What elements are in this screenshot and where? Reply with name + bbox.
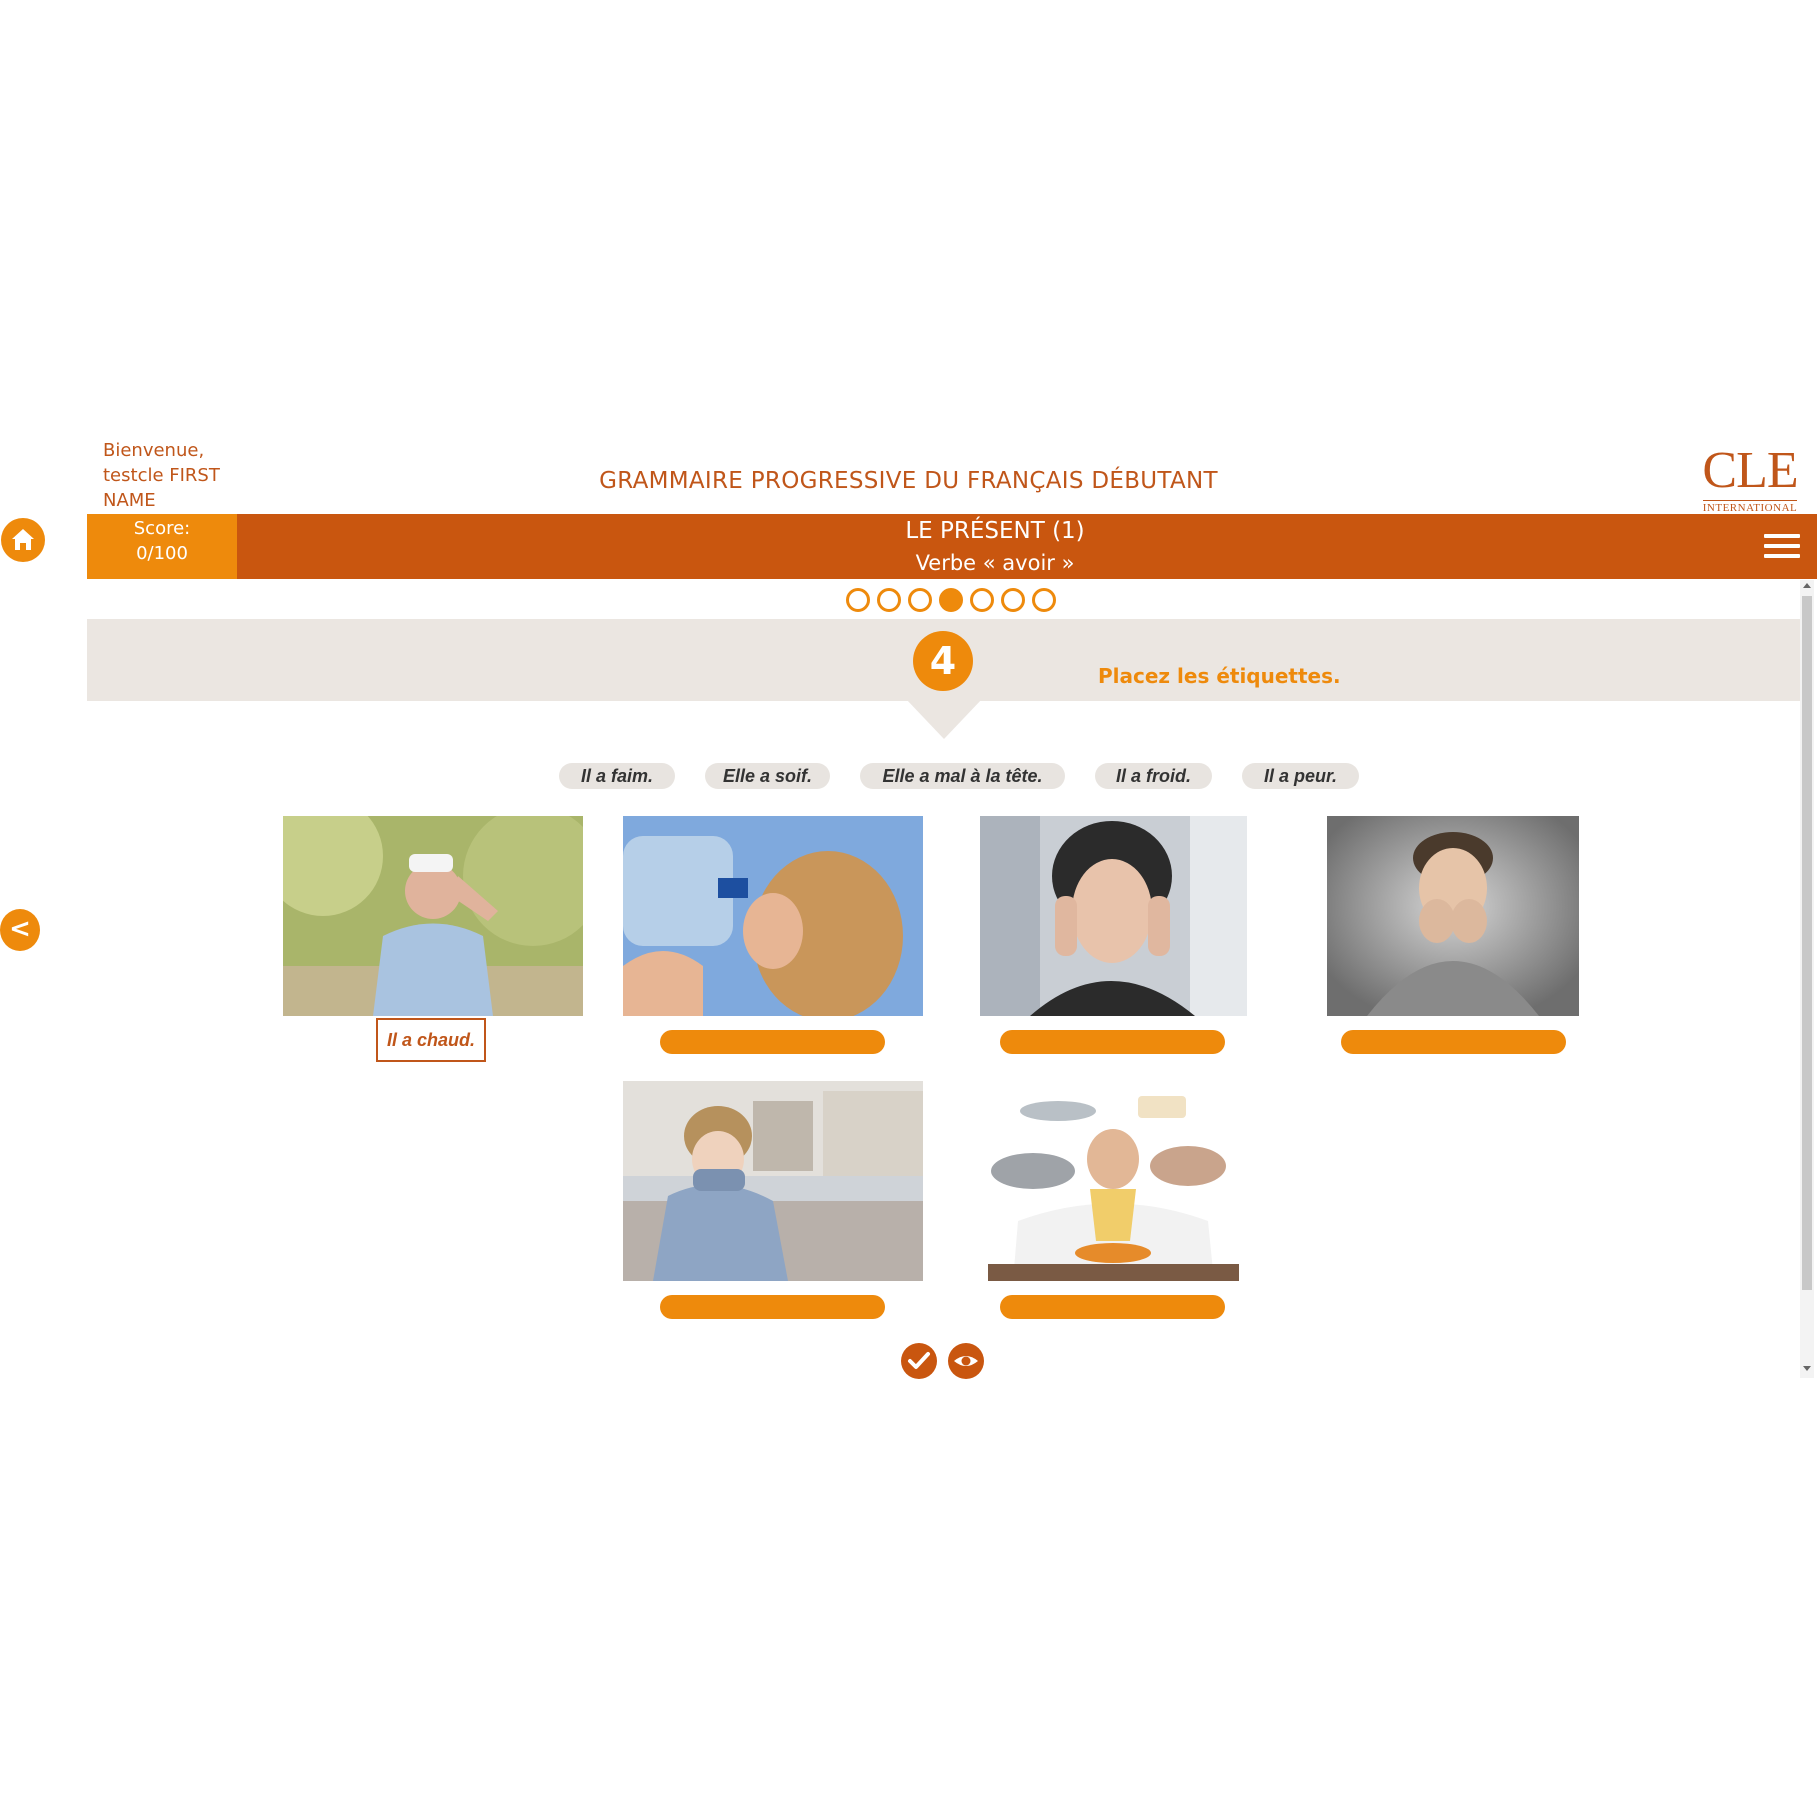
- instruction-text: Placez les étiquettes.: [1098, 664, 1341, 688]
- hamburger-icon: [1764, 534, 1800, 558]
- lesson-title: LE PRÉSENT (1): [905, 518, 1085, 544]
- cold-boy-photo: [623, 1081, 923, 1281]
- eye-icon: [954, 1356, 978, 1366]
- chevron-left-icon: <: [9, 914, 31, 944]
- progress-dot-2[interactable]: [877, 588, 901, 612]
- progress-dot-6[interactable]: [1001, 588, 1025, 612]
- progress-dot-3[interactable]: [908, 588, 932, 612]
- drop-slot-4[interactable]: [1341, 1030, 1566, 1054]
- label-elle-a-mal-a-la-tete[interactable]: Elle a mal à la tête.: [860, 763, 1065, 789]
- drop-slot-6[interactable]: [1000, 1295, 1225, 1319]
- exercise-number: 4: [913, 631, 973, 691]
- progress-dot-4[interactable]: [939, 588, 963, 612]
- menu-button[interactable]: [1764, 534, 1800, 562]
- progress-dot-7[interactable]: [1032, 588, 1056, 612]
- drop-slot-5[interactable]: [660, 1295, 885, 1319]
- check-button[interactable]: [901, 1343, 937, 1379]
- previous-button[interactable]: <: [0, 909, 40, 951]
- scroll-down-icon[interactable]: [1803, 1366, 1811, 1371]
- scrollbar-thumb[interactable]: [1802, 596, 1812, 1290]
- cle-logo: CLE INTERNATIONAL: [1700, 442, 1800, 515]
- progress-dots: [846, 588, 1063, 612]
- progress-dot-1[interactable]: [846, 588, 870, 612]
- thirsty-woman-photo: [623, 816, 923, 1016]
- logo-sub: INTERNATIONAL: [1702, 500, 1798, 514]
- lesson-subtitle: Verbe « avoir »: [915, 551, 1075, 575]
- placed-label-il-a-chaud[interactable]: Il a chaud.: [376, 1018, 486, 1062]
- hungry-man-photo: [988, 1081, 1239, 1281]
- label-elle-a-soif[interactable]: Elle a soif.: [705, 763, 830, 789]
- logo-main: CLE: [1702, 442, 1798, 499]
- check-icon: [908, 1352, 930, 1369]
- show-answers-button[interactable]: [948, 1343, 984, 1379]
- course-title: GRAMMAIRE PROGRESSIVE DU FRANÇAIS DÉBUTA…: [599, 468, 1218, 494]
- label-il-a-peur[interactable]: Il a peur.: [1242, 763, 1359, 789]
- band-pointer: [906, 699, 982, 739]
- progress-dot-5[interactable]: [970, 588, 994, 612]
- drop-slot-2[interactable]: [660, 1030, 885, 1054]
- scroll-up-icon[interactable]: [1803, 583, 1811, 588]
- hot-man-photo: [283, 816, 583, 1016]
- drop-slot-3[interactable]: [1000, 1030, 1225, 1054]
- label-il-a-froid[interactable]: Il a froid.: [1095, 763, 1212, 789]
- scared-boy-photo: [1327, 816, 1579, 1016]
- headache-woman-photo: [980, 816, 1247, 1016]
- label-il-a-faim[interactable]: Il a faim.: [559, 763, 675, 789]
